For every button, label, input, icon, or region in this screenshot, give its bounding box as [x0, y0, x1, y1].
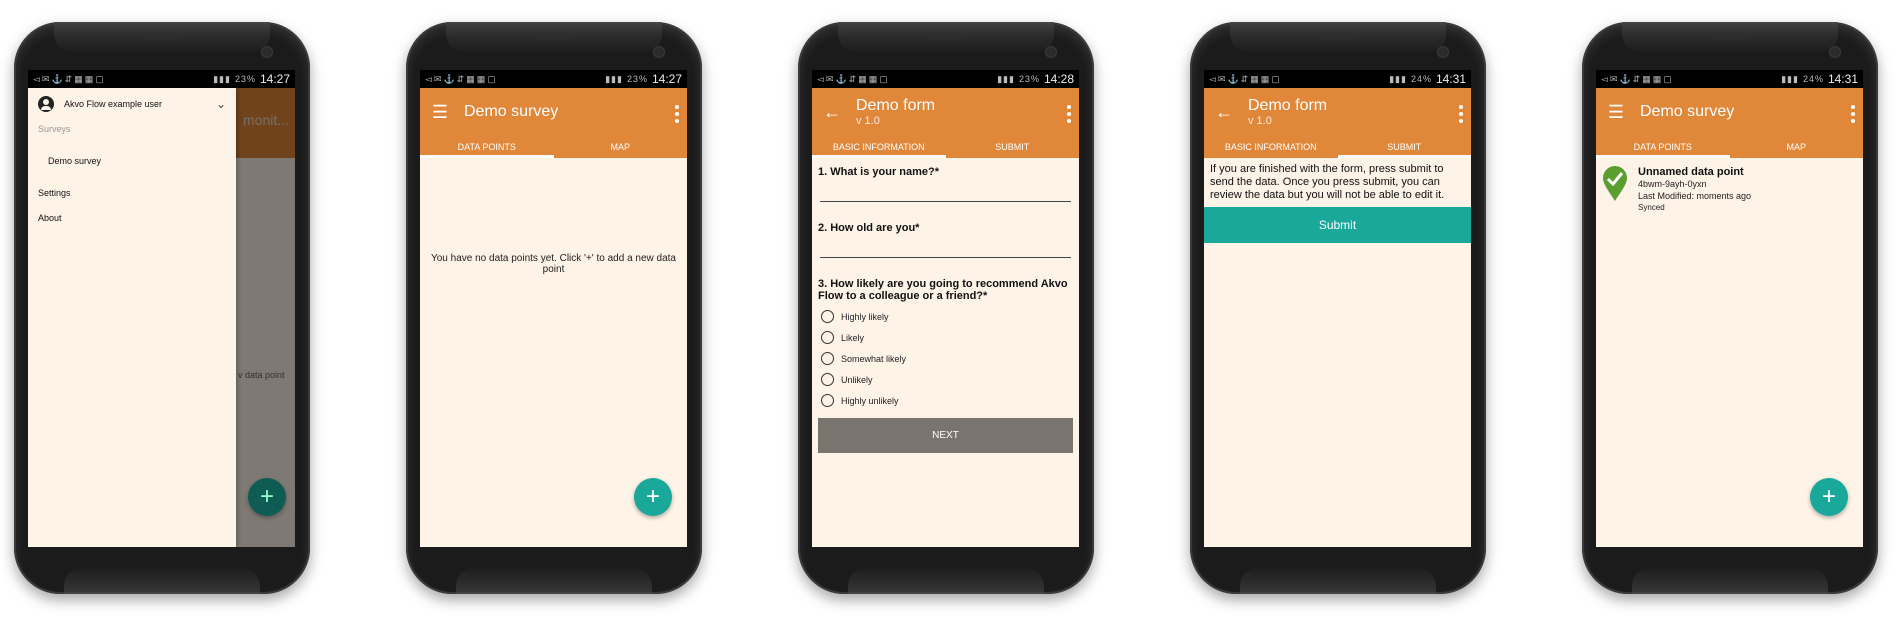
tab-data-points[interactable]: DATA POINTS: [420, 136, 554, 158]
menu-icon[interactable]: ☰: [420, 102, 460, 123]
next-button[interactable]: NEXT: [818, 418, 1073, 453]
screen-data-points: ◅✉⚓⇵▦▦▢ ▮▮▮ 24% 14:31 ☰ Demo survey DATA…: [1596, 70, 1863, 547]
data-point-status: Synced: [1638, 203, 1665, 212]
back-arrow-icon[interactable]: ←: [1204, 102, 1244, 123]
radio-icon: [821, 394, 834, 407]
screen-submit: ◅✉⚓⇵▦▦▢ ▮▮▮ 24% 14:31 ← Demo form v 1.0 …: [1204, 70, 1471, 547]
tab-bar: DATA POINTS MAP: [1596, 136, 1863, 158]
clock: 14:28: [1043, 72, 1074, 86]
page-title: Demo form: [1248, 97, 1328, 114]
option-highly-unlikely[interactable]: Highly unlikely: [821, 394, 1079, 407]
signal-icon: ▮▮▮: [605, 73, 623, 84]
drawer-item-about[interactable]: About: [38, 213, 236, 223]
screen-drawer: ◅✉⚓⇵▦▦▢ ▮▮▮ 23% 14:27 monit... v data po…: [28, 70, 295, 547]
app-bar: ☰ Demo survey: [420, 88, 687, 136]
radio-icon: [821, 352, 834, 365]
page-title: Demo survey: [464, 103, 559, 120]
signal-icon: ▮▮▮: [213, 73, 231, 84]
tab-data-points[interactable]: DATA POINTS: [1596, 136, 1730, 158]
signal-icon: ▮▮▮: [1389, 73, 1407, 84]
navigation-drawer: Akvo Flow example user ⌄ Surveys Demo su…: [28, 88, 236, 547]
signal-icon: ▮▮▮: [1781, 73, 1799, 84]
tab-basic-information[interactable]: BASIC INFORMATION: [812, 136, 946, 158]
speaker: [142, 36, 182, 40]
option-highly-likely[interactable]: Highly likely: [821, 310, 1079, 323]
phone-4: ◅✉⚓⇵▦▦▢ ▮▮▮ 24% 14:31 ← Demo form v 1.0 …: [1190, 22, 1486, 594]
back-arrow-icon[interactable]: ←: [812, 102, 852, 123]
option-likely[interactable]: Likely: [821, 331, 1079, 344]
question-3-label: 3. How likely are you going to recommend…: [818, 278, 1068, 302]
form-body: 1. What is your name?* 2. How old are yo…: [812, 158, 1079, 407]
tab-basic-information[interactable]: BASIC INFORMATION: [1204, 136, 1338, 158]
page-title: Demo survey: [1640, 103, 1735, 120]
submit-button[interactable]: Submit: [1204, 207, 1471, 243]
radio-icon: [821, 310, 834, 323]
status-icons: ◅✉⚓⇵▦▦▢: [33, 73, 106, 84]
empty-state-text: You have no data points yet. Click '+' t…: [430, 253, 676, 275]
form-version: v 1.0: [1248, 115, 1272, 127]
synced-check-icon: [1603, 166, 1627, 201]
clock: 14:31: [1435, 72, 1466, 86]
submit-instructions: If you are finished with the form, press…: [1210, 163, 1445, 201]
phone-2: ◅✉⚓⇵▦▦▢ ▮▮▮ 23% 14:27 ☰ Demo survey DATA…: [406, 22, 702, 594]
account-icon: [38, 96, 54, 112]
add-data-point-button[interactable]: +: [248, 478, 286, 516]
drawer-item-demo-survey[interactable]: Demo survey: [48, 156, 236, 166]
status-bar: ◅✉⚓⇵▦▦▢ ▮▮▮ 24% 14:31: [1204, 70, 1471, 88]
list-item[interactable]: Unnamed data point 4bwm-9ayh-0yxn Last M…: [1596, 158, 1863, 222]
option-unlikely[interactable]: Unlikely: [821, 373, 1079, 386]
status-bar: ◅✉⚓⇵▦▦▢ ▮▮▮ 23% 14:28: [812, 70, 1079, 88]
tab-bar: DATA POINTS MAP: [420, 136, 687, 158]
screen-empty-survey: ◅✉⚓⇵▦▦▢ ▮▮▮ 23% 14:27 ☰ Demo survey DATA…: [420, 70, 687, 547]
drawer-section-surveys: Surveys: [38, 124, 71, 134]
add-data-point-button[interactable]: +: [1810, 478, 1848, 516]
clock: 14:27: [651, 72, 682, 86]
phone-5: ◅✉⚓⇵▦▦▢ ▮▮▮ 24% 14:31 ☰ Demo survey DATA…: [1582, 22, 1878, 594]
status-bar: ◅✉⚓⇵▦▦▢ ▮▮▮ 23% 14:27: [28, 70, 295, 88]
option-somewhat-likely[interactable]: Somewhat likely: [821, 352, 1079, 365]
tab-submit[interactable]: SUBMIT: [1337, 136, 1472, 158]
data-point-id: 4bwm-9ayh-0yxn: [1638, 179, 1707, 189]
signal-icon: ▮▮▮: [997, 73, 1015, 84]
battery-level: 23%: [234, 74, 256, 84]
tab-map[interactable]: MAP: [554, 136, 688, 158]
age-field[interactable]: [820, 256, 1071, 258]
tab-bar: BASIC INFORMATION SUBMIT: [1204, 136, 1471, 158]
question-2-label: 2. How old are you*: [818, 222, 920, 234]
page-title: Demo form: [856, 97, 936, 114]
clock: 14:27: [259, 72, 290, 86]
data-point-name: Unnamed data point: [1638, 166, 1744, 178]
tab-bar: BASIC INFORMATION SUBMIT: [812, 136, 1079, 158]
drawer-user-name: Akvo Flow example user: [64, 99, 163, 109]
chevron-down-icon[interactable]: ⌄: [216, 97, 226, 111]
radio-icon: [821, 331, 834, 344]
radio-icon: [821, 373, 834, 386]
name-field[interactable]: [820, 200, 1071, 202]
status-bar: ◅✉⚓⇵▦▦▢ ▮▮▮ 23% 14:27: [420, 70, 687, 88]
overflow-menu-icon[interactable]: [1459, 102, 1463, 126]
add-data-point-button[interactable]: +: [634, 478, 672, 516]
app-bar: ← Demo form v 1.0: [812, 88, 1079, 136]
app-bar: ← Demo form v 1.0: [1204, 88, 1471, 136]
screen-form: ◅✉⚓⇵▦▦▢ ▮▮▮ 23% 14:28 ← Demo form v 1.0 …: [812, 70, 1079, 547]
menu-icon[interactable]: ☰: [1596, 102, 1636, 123]
status-bar: ◅✉⚓⇵▦▦▢ ▮▮▮ 24% 14:31: [1596, 70, 1863, 88]
phone-3: ◅✉⚓⇵▦▦▢ ▮▮▮ 23% 14:28 ← Demo form v 1.0 …: [798, 22, 1094, 594]
overflow-menu-icon[interactable]: [1067, 102, 1071, 126]
drawer-user-row[interactable]: Akvo Flow example user ⌄: [28, 88, 236, 120]
form-version: v 1.0: [856, 115, 880, 127]
tab-submit[interactable]: SUBMIT: [946, 136, 1080, 158]
data-point-modified: Last Modified: moments ago: [1638, 191, 1752, 201]
overflow-menu-icon[interactable]: [1851, 102, 1855, 126]
phone-1: ◅✉⚓⇵▦▦▢ ▮▮▮ 23% 14:27 monit... v data po…: [14, 22, 310, 594]
clock: 14:31: [1827, 72, 1858, 86]
tab-map[interactable]: MAP: [1730, 136, 1864, 158]
question-1-label: 1. What is your name?*: [818, 166, 940, 178]
overflow-menu-icon[interactable]: [675, 102, 679, 126]
camera: [261, 46, 273, 58]
app-bar: ☰ Demo survey: [1596, 88, 1863, 136]
drawer-item-settings[interactable]: Settings: [38, 188, 236, 198]
